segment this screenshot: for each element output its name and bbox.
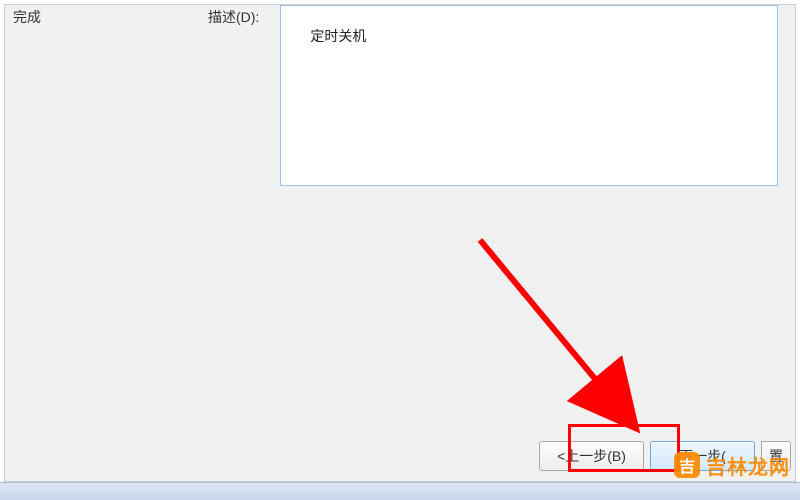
wizard-sidebar: 完成 <box>5 5 150 481</box>
step-complete-label: 完成 <box>13 7 41 27</box>
back-button[interactable]: <上一步(B) <box>539 441 644 471</box>
description-value: 定时关机 <box>310 28 366 44</box>
truncated-button[interactable]: 置 <box>761 441 791 471</box>
taskbar <box>0 482 800 500</box>
wizard-panel: 完成 描述(D): 定时关机 <上一步(B) 下一步( 置 <box>4 4 796 482</box>
next-button[interactable]: 下一步( <box>650 441 755 471</box>
description-textarea[interactable]: 定时关机 <box>280 5 778 186</box>
wizard-buttons: <上一步(B) 下一步( 置 <box>539 441 791 471</box>
wizard-content: 描述(D): 定时关机 <box>150 5 795 481</box>
description-label: 描述(D): <box>208 7 259 27</box>
